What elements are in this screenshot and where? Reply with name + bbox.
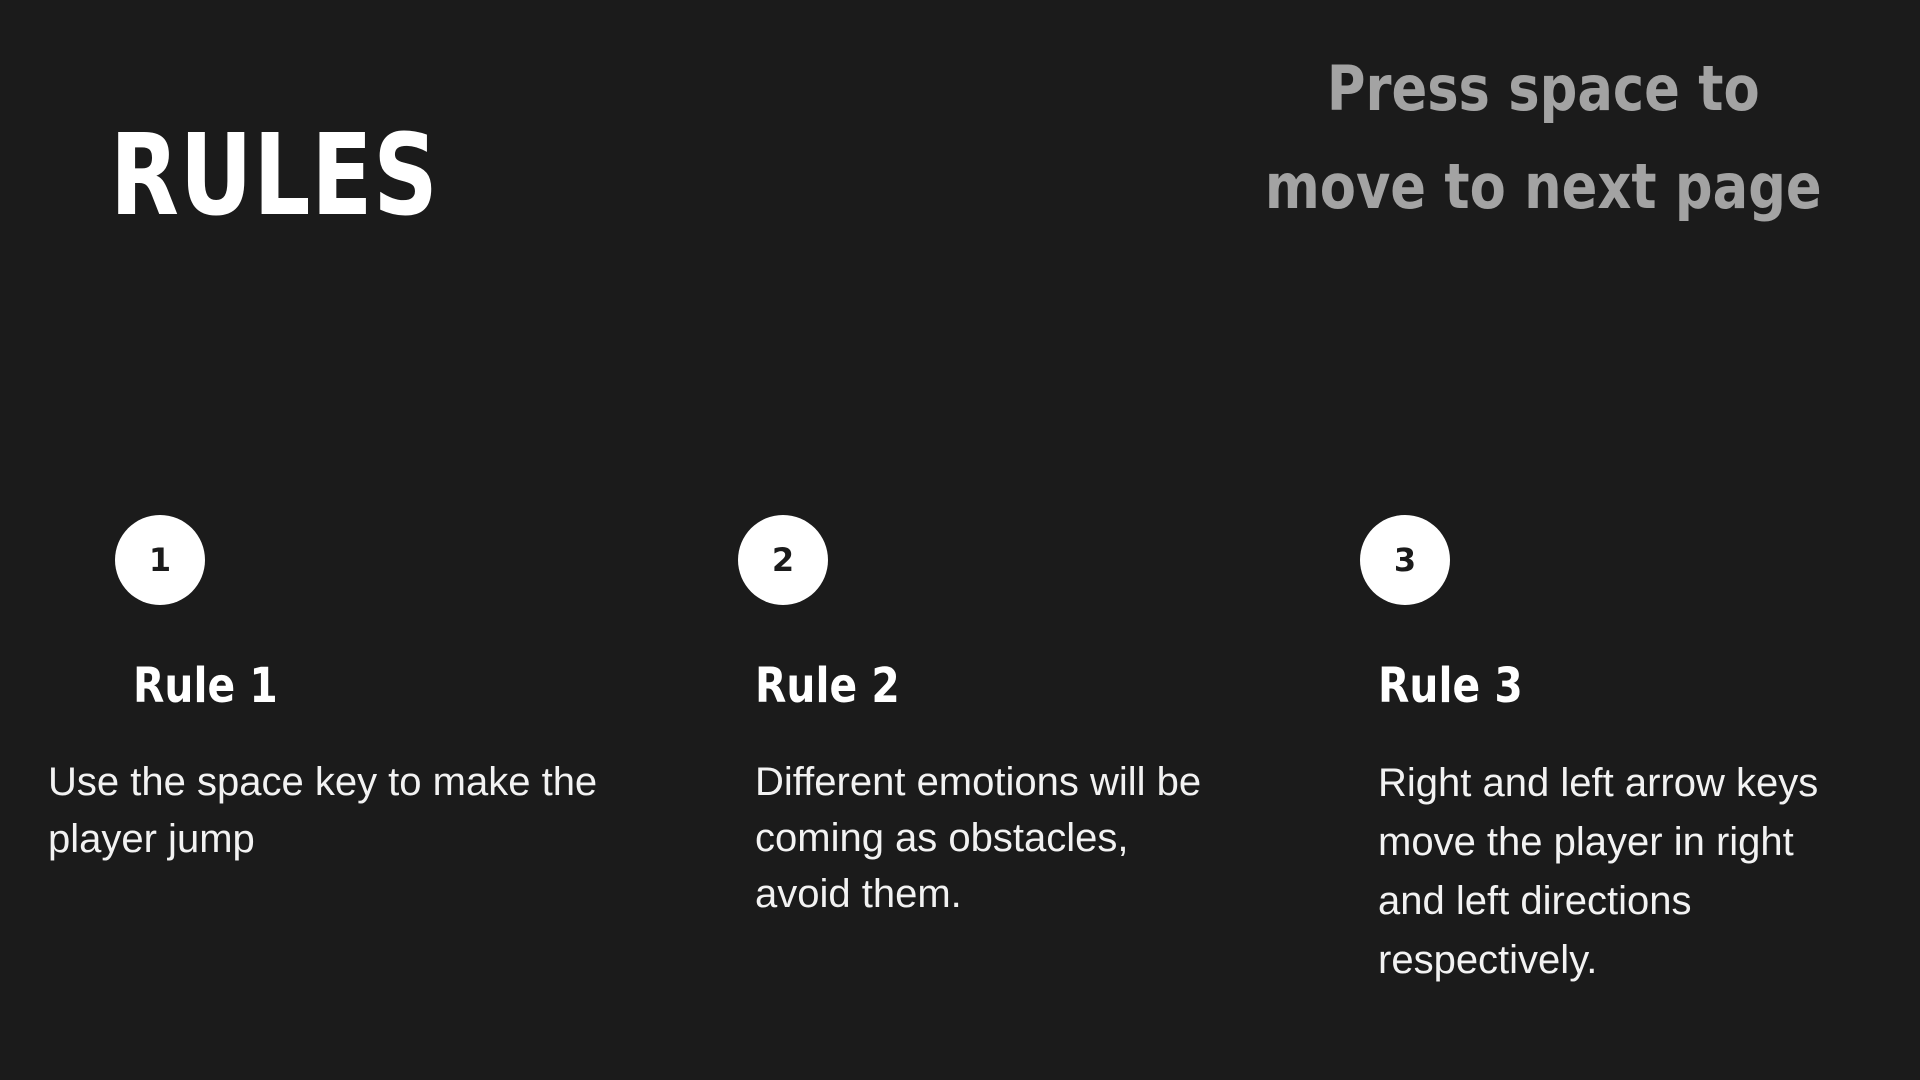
rule-3-number-badge: 3 [1360, 515, 1450, 605]
rule-2-title: Rule 2 [755, 658, 900, 714]
rule-2-text: Different emotions will be coming as obs… [755, 760, 1202, 916]
page-title: RULES [110, 111, 439, 241]
rule-2-number-badge: 2 [738, 515, 828, 605]
rule-1-number-badge: 1 [115, 515, 205, 605]
rule-1-text: Use the space key to make the player jum… [48, 760, 598, 861]
rule-1-title: Rule 1 [133, 658, 278, 714]
rule-3-text: Right and left arrow keys move the playe… [1378, 761, 1819, 982]
rules-screen: RULES Press space to move to next page 1… [0, 0, 1920, 1080]
next-page-hint: Press space to move to next page [1264, 52, 1822, 223]
rule-3-title: Rule 3 [1378, 658, 1523, 714]
